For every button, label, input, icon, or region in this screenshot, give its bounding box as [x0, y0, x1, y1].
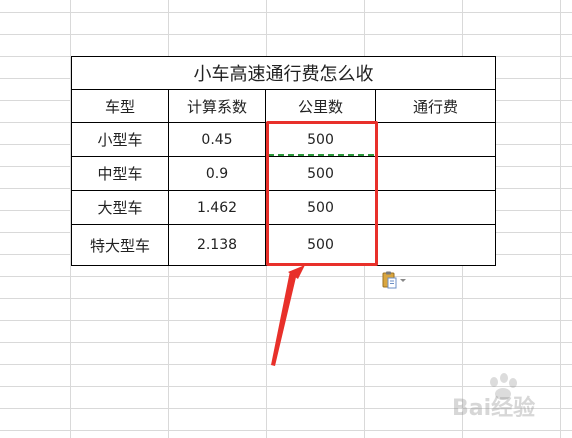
spreadsheet-grid[interactable]: 小车高速通行费怎么收 车型 计算系数 公里数 通行费 小型车 0.45 500 …: [0, 0, 572, 438]
baidu-watermark: Bai经验: [450, 373, 566, 434]
watermark-text: Bai经验: [452, 396, 536, 421]
